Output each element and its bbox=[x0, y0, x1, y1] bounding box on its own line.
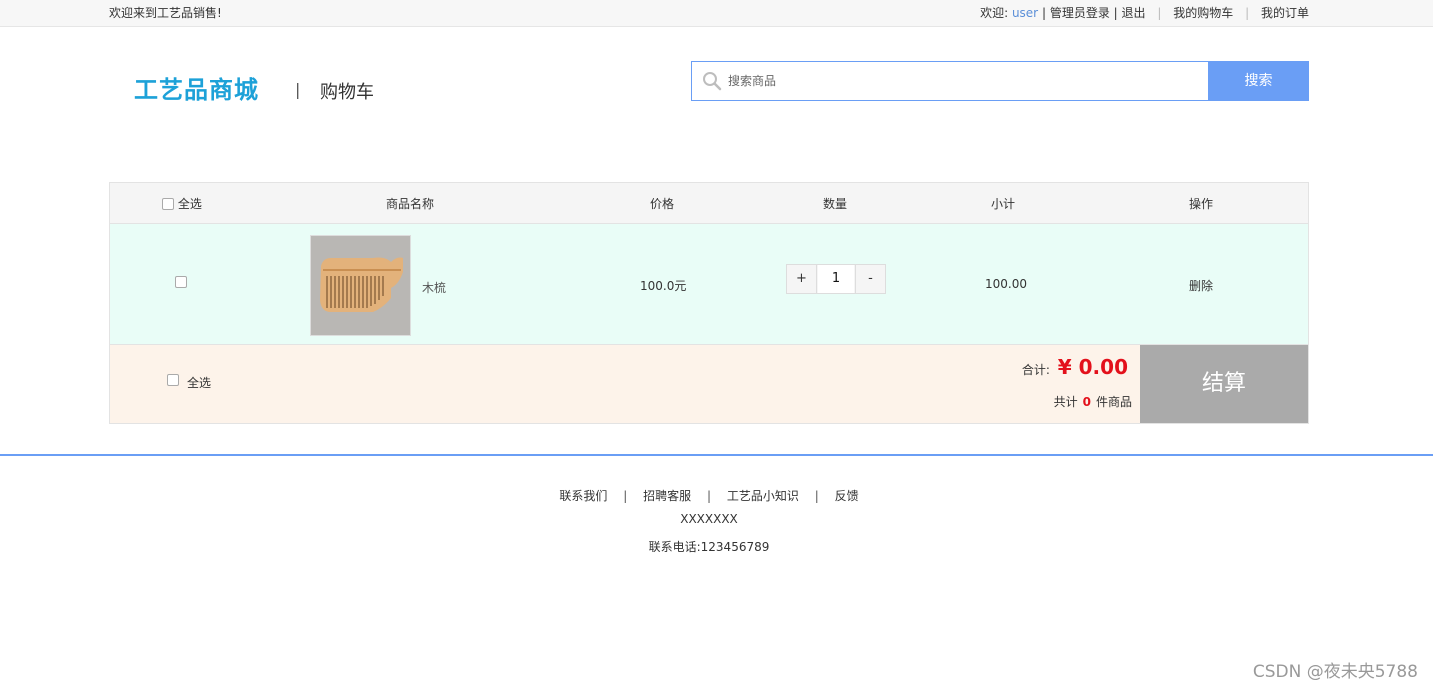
select-all-checkbox[interactable] bbox=[162, 198, 174, 210]
username-link[interactable]: user bbox=[1012, 6, 1038, 20]
item-count-line: 共计 0 件商品 bbox=[1054, 393, 1132, 410]
search-icon bbox=[702, 71, 722, 91]
top-bar: 欢迎来到工艺品销售! 欢迎: user | 管理员登录 | 退出 | 我的购物车… bbox=[0, 0, 1433, 27]
footer-links: 联系我们 | 招聘客服 | 工艺品小知识 | 反馈 bbox=[0, 487, 1418, 504]
item-count: 0 bbox=[1082, 395, 1091, 409]
quantity-minus-button[interactable]: - bbox=[855, 265, 885, 293]
column-subtotal: 小计 bbox=[991, 197, 1016, 211]
footer-link-feedback[interactable]: 反馈 bbox=[835, 489, 859, 503]
site-logo[interactable]: 工艺品商城 bbox=[134, 70, 259, 105]
footer-separator: | bbox=[623, 489, 628, 503]
checkout-button[interactable]: 结算 bbox=[1140, 345, 1308, 423]
item-checkbox[interactable] bbox=[175, 276, 187, 288]
count-prefix: 共计 bbox=[1053, 395, 1078, 409]
total-line: 合计: ¥ 0.00 bbox=[1022, 355, 1128, 379]
welcome-text: 欢迎来到工艺品销售! bbox=[109, 6, 222, 20]
watermark: CSDN @夜未央5788 bbox=[1252, 662, 1418, 682]
count-suffix: 件商品 bbox=[1095, 395, 1132, 409]
delete-link[interactable]: 删除 bbox=[1189, 277, 1213, 294]
top-divider: | bbox=[1245, 6, 1250, 20]
top-divider: | bbox=[1113, 6, 1118, 20]
search-bar: 搜索 bbox=[691, 61, 1309, 101]
page-title: 购物车 bbox=[320, 82, 374, 103]
footer-select-all-checkbox[interactable] bbox=[167, 374, 179, 386]
column-name: 商品名称 bbox=[386, 197, 435, 211]
quantity-stepper: + 1 - bbox=[786, 264, 886, 294]
footer-link-knowledge[interactable]: 工艺品小知识 bbox=[727, 489, 799, 503]
footer-separator: | bbox=[706, 489, 712, 503]
search-input[interactable] bbox=[728, 70, 1198, 92]
admin-login-link[interactable]: 管理员登录 bbox=[1050, 6, 1110, 20]
product-image[interactable] bbox=[310, 235, 411, 336]
top-nav: 欢迎: user | 管理员登录 | 退出 | 我的购物车 | 我的订单 bbox=[980, 4, 1309, 21]
quantity-input[interactable]: 1 bbox=[818, 265, 854, 293]
header-divider: | bbox=[295, 80, 301, 99]
column-action: 操作 bbox=[1189, 197, 1214, 211]
footer-separator: | bbox=[814, 489, 819, 503]
column-quantity: 数量 bbox=[823, 197, 848, 211]
footer-select-all-label: 全选 bbox=[187, 376, 212, 390]
product-name[interactable]: 木梳 bbox=[422, 279, 446, 296]
header-select-all[interactable]: 全选 bbox=[162, 195, 202, 212]
select-all-label: 全选 bbox=[177, 197, 202, 211]
item-price: 100.0元 bbox=[640, 279, 687, 293]
total-label: 合计: bbox=[1021, 363, 1050, 377]
column-price: 价格 bbox=[650, 197, 675, 211]
footer-address: XXXXXXX bbox=[680, 512, 738, 526]
my-orders-link[interactable]: 我的订单 bbox=[1261, 6, 1309, 20]
top-divider: | bbox=[1041, 6, 1046, 20]
cart-table: 全选 商品名称 价格 数量 小计 操作 木梳 100.0元 + 1 - 100.… bbox=[109, 182, 1309, 424]
quantity-plus-button[interactable]: + bbox=[787, 265, 817, 293]
cart-summary: 全选 合计: ¥ 0.00 共计 0 件商品 结算 bbox=[110, 345, 1308, 423]
item-subtotal: 100.00 bbox=[985, 277, 1027, 291]
cart-header-row: 全选 商品名称 价格 数量 小计 操作 bbox=[110, 183, 1308, 224]
top-divider: | bbox=[1157, 6, 1162, 20]
logout-link[interactable]: 退出 bbox=[1122, 6, 1146, 20]
footer-divider bbox=[0, 454, 1433, 456]
footer-phone: 联系电话:123456789 bbox=[648, 540, 770, 554]
greeting-label: 欢迎: bbox=[980, 6, 1009, 20]
total-amount: ¥ 0.00 bbox=[1057, 355, 1128, 379]
my-cart-link[interactable]: 我的购物车 bbox=[1173, 6, 1233, 20]
search-button[interactable]: 搜索 bbox=[1208, 61, 1309, 101]
footer-link-contact[interactable]: 联系我们 bbox=[559, 489, 607, 503]
table-row: 木梳 100.0元 + 1 - 100.00 删除 bbox=[110, 224, 1308, 345]
footer-link-jobs[interactable]: 招聘客服 bbox=[643, 489, 691, 503]
